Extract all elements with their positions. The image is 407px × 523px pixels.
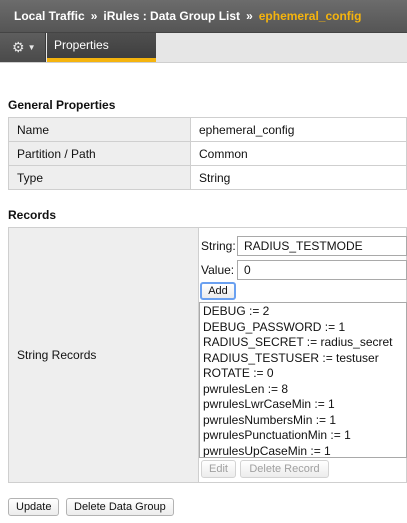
list-item[interactable]: DEBUG := 2: [203, 304, 403, 320]
value-input[interactable]: [237, 260, 407, 280]
list-item[interactable]: pwrulesNumbersMin := 1: [203, 413, 403, 429]
string-field-label: String:: [201, 239, 236, 253]
gear-icon: ⚙: [12, 39, 25, 55]
records-heading: Records: [8, 208, 57, 222]
breadcrumb-local-traffic[interactable]: Local Traffic: [14, 9, 85, 23]
delete-record-button[interactable]: Delete Record: [240, 460, 329, 478]
tab-properties[interactable]: Properties: [47, 33, 156, 62]
list-item[interactable]: ROTATE := 0: [203, 366, 403, 382]
list-item[interactable]: pwrulesPunctuationMin := 1: [203, 428, 403, 444]
tab-bar: ⚙ ▼ Properties: [0, 33, 407, 63]
string-input[interactable]: [237, 236, 407, 256]
list-item[interactable]: RADIUS_SECRET := radius_secret: [203, 335, 403, 351]
list-item[interactable]: RADIUS_TESTUSER := testuser: [203, 351, 403, 367]
edit-record-button[interactable]: Edit: [201, 460, 236, 478]
string-records-label: String Records: [9, 228, 199, 482]
add-record-button[interactable]: Add: [200, 282, 236, 300]
breadcrumb-separator: »: [246, 9, 253, 23]
partition-label: Partition / Path: [8, 141, 191, 166]
breadcrumb-separator: »: [90, 9, 98, 23]
breadcrumb-data-group-list[interactable]: iRules : Data Group List: [103, 9, 240, 23]
value-field-label: Value:: [201, 263, 235, 277]
list-item[interactable]: pwrulesLwrCaseMin := 1: [203, 397, 403, 413]
name-label: Name: [8, 117, 191, 142]
name-value: ephemeral_config: [190, 117, 407, 142]
list-item[interactable]: pwrulesUpCaseMin := 1: [203, 444, 403, 458]
partition-value: Common: [190, 141, 407, 166]
settings-menu-button[interactable]: ⚙ ▼: [0, 33, 46, 62]
list-item[interactable]: pwrulesLen := 8: [203, 382, 403, 398]
table-row: Name ephemeral_config: [8, 117, 407, 142]
general-properties-heading: General Properties: [8, 98, 116, 112]
delete-data-group-button[interactable]: Delete Data Group: [66, 498, 174, 516]
general-properties-table: Name ephemeral_config Partition / Path C…: [8, 117, 407, 190]
update-button[interactable]: Update: [8, 498, 60, 516]
breadcrumb: Local Traffic » iRules : Data Group List » e…: [0, 0, 407, 33]
type-label: Type: [8, 165, 191, 190]
table-row: Type String: [8, 165, 407, 190]
breadcrumb-current: ephemeral_config: [258, 9, 362, 23]
table-row: Partition / Path Common: [8, 141, 407, 166]
list-item[interactable]: DEBUG_PASSWORD := 1: [203, 320, 403, 336]
string-records-list[interactable]: DEBUG := 2 DEBUG_PASSWORD := 1 RADIUS_SE…: [199, 302, 407, 458]
chevron-down-icon: ▼: [27, 43, 36, 53]
type-value: String: [190, 165, 407, 190]
